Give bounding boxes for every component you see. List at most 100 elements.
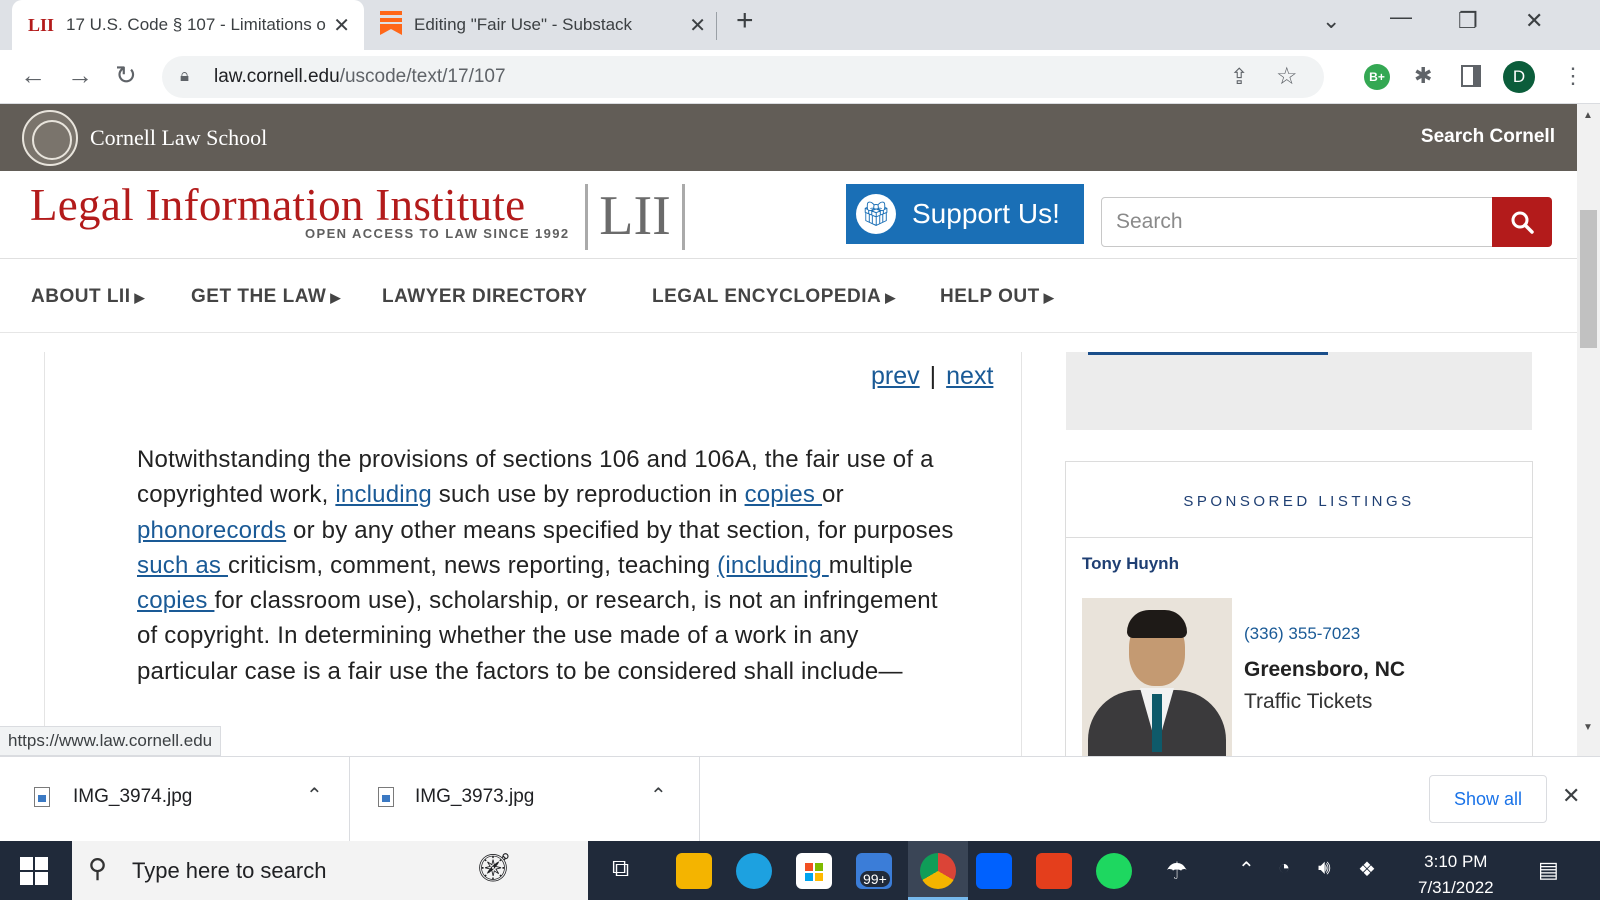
windows-start-icon[interactable] — [20, 857, 48, 885]
reload-icon[interactable]: ↻ — [115, 60, 137, 91]
office-icon[interactable] — [1036, 853, 1072, 889]
chevron-up-icon[interactable]: ⌃ — [1238, 857, 1255, 882]
file-explorer-icon[interactable] — [676, 853, 712, 889]
minimize-icon[interactable]: — — [1390, 4, 1412, 30]
prev-next-nav: prev | next — [871, 362, 993, 391]
definition-link[interactable]: including — [335, 481, 432, 508]
profile-avatar[interactable]: D — [1503, 61, 1535, 93]
share-icon[interactable]: ⇪ — [1230, 64, 1248, 90]
lawyer-practice: Traffic Tickets — [1244, 690, 1373, 713]
clock[interactable]: 3:10 PM 7/31/2022 — [1418, 849, 1494, 901]
prev-link[interactable]: prev — [871, 362, 920, 390]
sponsored-header: SPONSORED LISTINGS — [1066, 462, 1532, 538]
image-file-icon — [34, 787, 50, 807]
notifications-icon[interactable]: ▤ — [1538, 857, 1559, 883]
spotify-icon[interactable] — [1096, 853, 1132, 889]
support-us-button[interactable]: 🎁︎ Support Us! — [846, 184, 1084, 244]
volume-icon[interactable]: 🔊︎ — [1318, 857, 1331, 880]
microsoft-store-icon[interactable] — [796, 853, 832, 889]
substack-icon — [380, 10, 402, 40]
support-label: Support Us! — [912, 198, 1060, 229]
close-tab-icon[interactable]: ✕ — [333, 13, 350, 38]
weather-umbrella-icon[interactable]: ☂ — [1166, 857, 1188, 886]
page-scrollbar[interactable]: ▲ ▼ — [1577, 104, 1600, 756]
tab-lii[interactable]: LII 17 U.S. Code § 107 - Limitations o ✕ — [12, 0, 364, 50]
lii-header: Legal Information Institute OPEN ACCESS … — [0, 171, 1577, 259]
definition-link[interactable]: copies — [745, 481, 822, 508]
search-highlight-icon[interactable]: 🧭︎ — [476, 851, 512, 884]
taskbar-search-box[interactable]: ⚲ Type here to search 🧭︎ — [72, 841, 588, 900]
taskbar-search-placeholder: Type here to search — [132, 858, 327, 883]
lii-tagline: OPEN ACCESS TO LAW SINCE 1992 — [305, 226, 570, 241]
side-panel-icon[interactable] — [1461, 65, 1481, 87]
download-item[interactable]: IMG_3974.jpg ⌃ — [0, 757, 350, 842]
widget-accent-bar — [1088, 352, 1328, 355]
dropbox-tray-icon[interactable]: ❖ — [1358, 857, 1376, 882]
lii-title-link[interactable]: Legal Information Institute — [30, 179, 525, 231]
menu-kebab-icon[interactable]: ⋮ — [1562, 63, 1584, 89]
dropbox-icon[interactable] — [976, 853, 1012, 889]
definition-link[interactable]: such as — [137, 552, 228, 579]
new-tab-button[interactable]: + — [736, 4, 754, 38]
caret-right-icon: ▶ — [1043, 290, 1055, 305]
sidebar-widget — [1066, 352, 1532, 430]
lii-favicon: LII — [28, 14, 55, 35]
nav-about-lii[interactable]: ABOUT LII ▶ — [31, 286, 145, 308]
bookmark-star-icon[interactable]: ☆ — [1276, 62, 1298, 91]
tab-title: 17 U.S. Code § 107 - Limitations o — [66, 15, 326, 34]
download-filename: IMG_3973.jpg — [415, 786, 535, 807]
download-item[interactable]: IMG_3973.jpg ⌃ — [350, 757, 700, 842]
scroll-up-icon[interactable]: ▲ — [1583, 110, 1593, 121]
tab-substack[interactable]: Editing "Fair Use" - Substack ✕ — [364, 0, 720, 50]
cornell-seal-icon[interactable] — [22, 110, 78, 166]
lii-logo[interactable]: LII — [585, 184, 685, 250]
chevron-up-icon[interactable]: ⌃ — [306, 783, 323, 808]
chrome-taskbar-button[interactable] — [908, 841, 968, 900]
window-close-icon[interactable]: ✕ — [1525, 8, 1543, 34]
search-cornell-link[interactable]: Search Cornell — [1421, 126, 1555, 148]
nav-legal-encyclopedia[interactable]: LEGAL ENCYCLOPEDIA ▶ — [652, 286, 896, 308]
lawyer-name-link[interactable]: Tony Huynh — [1082, 554, 1179, 574]
task-view-icon[interactable]: ⧉ — [612, 855, 629, 883]
wifi-icon[interactable]: ◔ — [1278, 857, 1290, 880]
search-button[interactable] — [1492, 197, 1552, 247]
tab-search-chevron-icon[interactable]: ⌄ — [1322, 8, 1340, 34]
scroll-down-icon[interactable]: ▼ — [1583, 722, 1593, 733]
separator: | — [929, 362, 937, 390]
nav-get-the-law[interactable]: GET THE LAW ▶ — [191, 286, 341, 308]
chrome-icon — [920, 853, 956, 889]
cornell-law-school-link[interactable]: Cornell Law School — [90, 125, 267, 151]
statute-content: prev | next Notwithstanding the provisions… — [44, 352, 1022, 756]
definition-link[interactable]: copies — [137, 587, 214, 614]
lawyer-phone-link[interactable]: (336) 355-7023 — [1244, 624, 1360, 644]
edge-icon[interactable] — [736, 853, 772, 889]
browser-toolbar: ← → ↻ 🔒︎ law.cornell.edu/uscode/text/17/… — [0, 50, 1600, 104]
mail-icon[interactable]: 99+ — [856, 853, 892, 889]
lawyer-city: Greensboro, NC — [1244, 658, 1406, 681]
close-tab-icon[interactable]: ✕ — [689, 13, 706, 38]
scrollbar-thumb[interactable] — [1580, 210, 1597, 348]
lawyer-photo[interactable] — [1082, 598, 1232, 762]
address-bar[interactable]: 🔒︎ law.cornell.edu/uscode/text/17/107 ⇪ … — [162, 56, 1324, 98]
nav-lawyer-directory[interactable]: LAWYER DIRECTORY — [382, 286, 587, 308]
next-link[interactable]: next — [946, 362, 993, 390]
site-search-input[interactable]: Search — [1101, 197, 1493, 247]
tab-title: Editing "Fair Use" - Substack — [414, 15, 633, 34]
lock-icon[interactable]: 🔒︎ — [180, 66, 189, 86]
sponsored-listings: SPONSORED LISTINGS Tony Huynh (336) 355-… — [1065, 461, 1533, 762]
link-status-bubble: https://www.law.cornell.edu — [0, 726, 222, 756]
main-nav: ABOUT LII ▶ GET THE LAW ▶ LAWYER DIRECTORY… — [0, 259, 1577, 333]
restore-icon[interactable]: ❐ — [1458, 8, 1478, 34]
forward-icon[interactable]: → — [67, 60, 93, 91]
extension-badge-icon[interactable]: B+ — [1364, 64, 1390, 90]
nav-help-out[interactable]: HELP OUT ▶ — [940, 286, 1054, 308]
definition-link[interactable]: (including — [717, 552, 829, 579]
show-all-downloads-button[interactable]: Show all — [1429, 775, 1547, 823]
back-icon[interactable]: ← — [20, 60, 46, 91]
caret-right-icon: ▶ — [134, 290, 145, 305]
definition-link[interactable]: phonorecords — [137, 517, 286, 544]
caret-right-icon: ▶ — [330, 290, 341, 305]
close-download-bar-icon[interactable]: ✕ — [1562, 783, 1580, 809]
chevron-up-icon[interactable]: ⌃ — [650, 783, 667, 808]
extensions-puzzle-icon[interactable]: ✱ — [1414, 63, 1432, 89]
